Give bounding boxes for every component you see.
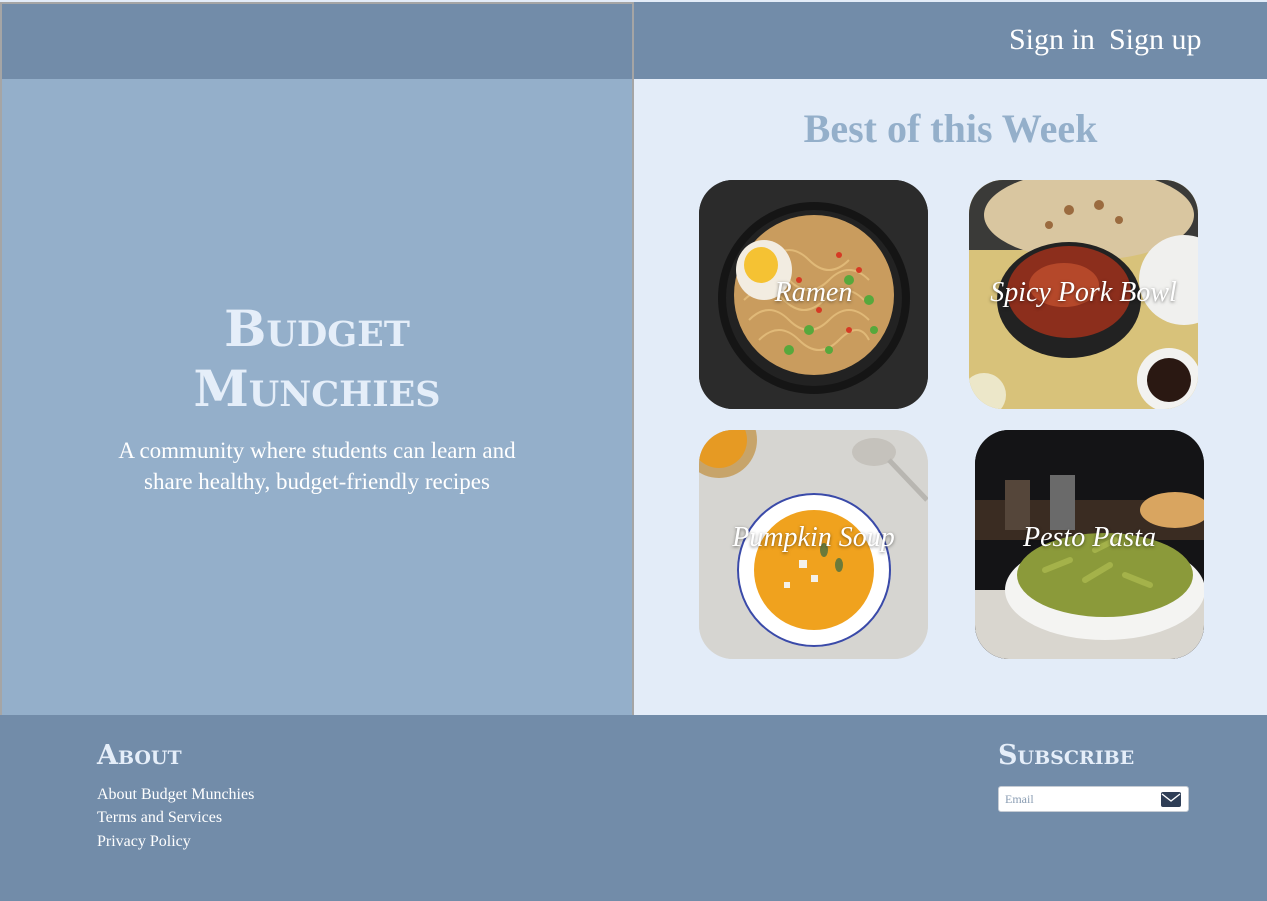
subscribe-heading: Subscribe <box>998 740 1135 771</box>
email-field[interactable] <box>1005 790 1155 808</box>
card-label-ramen: Ramen <box>774 277 853 308</box>
recipe-card-pumpkin-soup[interactable]: Pumpkin Soup <box>699 430 928 659</box>
site-title-line1: Budget <box>224 299 410 358</box>
card-label-pesto-pasta: Pesto Pasta <box>1023 522 1156 553</box>
left-header-bar <box>2 4 632 79</box>
footer: About About Budget Munchies Terms and Se… <box>0 715 1267 901</box>
sign-up-link[interactable]: Sign up <box>1109 22 1202 58</box>
privacy-link[interactable]: Privacy Policy <box>97 832 191 852</box>
envelope-icon[interactable] <box>1161 792 1181 807</box>
best-of-week-title: Best of this Week <box>803 106 1098 151</box>
card-label-pumpkin-soup: Pumpkin Soup <box>732 522 895 553</box>
about-heading: About <box>97 740 182 771</box>
hero-panel: Budget Munchies A community where studen… <box>0 2 634 718</box>
terms-link[interactable]: Terms and Services <box>97 808 222 828</box>
subscribe-form <box>998 786 1189 812</box>
site-title-line2: Munchies <box>193 359 441 418</box>
site-tagline: A community where students can learn and… <box>118 438 516 494</box>
about-link[interactable]: About Budget Munchies <box>97 785 254 805</box>
recipe-card-pesto-pasta[interactable]: Pesto Pasta <box>975 430 1204 659</box>
recipe-card-ramen[interactable]: Ramen <box>699 180 928 409</box>
site-title: Budget Munchies <box>2 299 632 419</box>
top-nav: Sign in Sign up <box>634 2 1267 79</box>
card-label-spicy-pork-bowl: Spicy Pork Bowl <box>990 277 1177 308</box>
sign-in-link[interactable]: Sign in <box>1009 22 1095 58</box>
recipe-card-spicy-pork-bowl[interactable]: Spicy Pork Bowl <box>969 180 1198 409</box>
hero-content: Budget Munchies A community where studen… <box>2 299 632 497</box>
